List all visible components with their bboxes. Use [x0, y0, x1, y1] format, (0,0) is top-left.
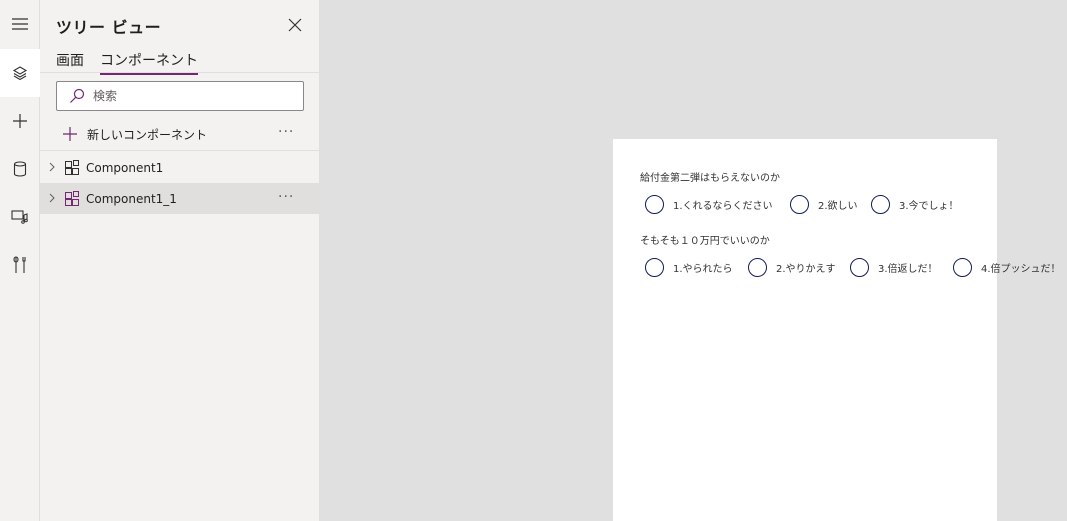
insert-button[interactable]: [0, 97, 40, 145]
radio-option[interactable]: 3.今でしょ！: [871, 194, 959, 214]
tree-item-component1[interactable]: Component1: [40, 152, 320, 183]
tree-view-panel: ツリー ビュー 画面 コンポーネント 新しいコンポーネント ··· Compon…: [40, 0, 320, 521]
panel-title: ツリー ビュー: [56, 18, 162, 37]
tree-item-component1-1[interactable]: Component1_1 ···: [40, 183, 320, 214]
plus-icon: [13, 114, 27, 128]
new-component-label: 新しいコンポーネント: [87, 128, 208, 142]
question-label: 給付金第二弾はもらえないのか: [640, 173, 780, 184]
tab-screens[interactable]: 画面: [56, 50, 84, 73]
radio-option[interactable]: 2.やりかえす: [748, 257, 836, 277]
tools-icon: [13, 256, 26, 273]
tabs-divider: [40, 72, 320, 73]
radio-option-label: 3.今でしょ！: [899, 200, 959, 212]
radio-option-label: 1.くれるならください: [673, 200, 773, 212]
canvas: 給付金第二弾はもらえないのか 1.くれるならください 2.欲しい 3.今でしょ！…: [321, 0, 1067, 521]
component-screen: 給付金第二弾はもらえないのか 1.くれるならください 2.欲しい 3.今でしょ！…: [613, 139, 1061, 521]
media-button[interactable]: [0, 193, 40, 241]
close-icon: [288, 18, 302, 32]
database-icon: [13, 161, 27, 177]
search-box: [56, 81, 304, 111]
radio-button[interactable]: [850, 257, 869, 277]
search-icon: [70, 88, 85, 103]
question-label: そもそも１０万円でいいのか: [640, 236, 770, 247]
radio-option-label: 4.倍プッシュだ！: [981, 263, 1061, 275]
more-options-button[interactable]: ···: [278, 124, 294, 140]
component-icon: [65, 160, 79, 175]
tree-view-button[interactable]: [0, 49, 40, 97]
divider: [40, 150, 320, 151]
left-rail: [0, 0, 40, 521]
tree-item-label: Component1_1: [86, 192, 177, 206]
hamburger-icon: [12, 18, 28, 30]
close-button[interactable]: [285, 15, 305, 35]
radio-option[interactable]: 4.倍プッシュだ！: [953, 257, 1061, 277]
radio-button[interactable]: [871, 194, 890, 214]
new-component-button[interactable]: 新しいコンポーネント ···: [40, 120, 320, 148]
radio-option[interactable]: 3.倍返しだ！: [850, 257, 938, 277]
plus-icon: [63, 127, 77, 141]
media-icon: [11, 210, 28, 224]
layers-icon: [12, 66, 28, 81]
chevron-right-icon[interactable]: [48, 193, 56, 203]
radio-option-label: 1.やられたら: [673, 263, 733, 275]
radio-button[interactable]: [953, 257, 972, 277]
radio-option[interactable]: 1.くれるならください: [645, 194, 773, 214]
radio-option-label: 2.欲しい: [818, 200, 858, 212]
more-options-button[interactable]: ···: [278, 189, 294, 205]
radio-button[interactable]: [645, 257, 664, 277]
chevron-right-icon[interactable]: [48, 162, 56, 172]
component-icon: [65, 191, 79, 206]
search-input[interactable]: [93, 85, 293, 107]
radio-button[interactable]: [748, 257, 767, 277]
radio-option[interactable]: 2.欲しい: [790, 194, 858, 214]
advanced-tools-button[interactable]: [0, 241, 40, 289]
menu-button[interactable]: [0, 0, 40, 48]
radio-option[interactable]: 1.やられたら: [645, 257, 733, 277]
radio-button[interactable]: [645, 194, 664, 214]
tree-item-label: Component1: [86, 161, 164, 175]
radio-option-label: 2.やりかえす: [776, 263, 836, 275]
radio-option-label: 3.倍返しだ！: [878, 263, 938, 275]
radio-button[interactable]: [790, 194, 809, 214]
data-button[interactable]: [0, 145, 40, 193]
